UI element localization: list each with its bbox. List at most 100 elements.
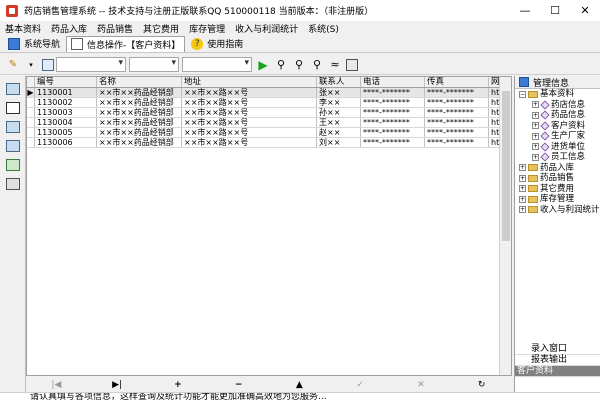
col-id[interactable]: 编号 bbox=[35, 77, 97, 87]
expand-icon[interactable]: + bbox=[532, 122, 539, 130]
expand-icon[interactable]: + bbox=[519, 206, 526, 214]
cell-fax[interactable]: ****-******* bbox=[425, 108, 489, 117]
tree-node[interactable]: + 药品销售 bbox=[519, 173, 600, 184]
cell-addr[interactable]: ××市××路××号 bbox=[182, 98, 317, 107]
cell-contact[interactable]: 孙×× bbox=[317, 108, 361, 117]
value-combo[interactable] bbox=[182, 57, 252, 72]
cell-fax[interactable]: ****-******* bbox=[425, 88, 489, 97]
cell-name[interactable]: ××市××药品经销部 bbox=[97, 108, 182, 117]
search-icon[interactable]: ⚲ bbox=[274, 58, 288, 72]
cell-contact[interactable]: 刘×× bbox=[317, 138, 361, 147]
expand-icon[interactable]: + bbox=[519, 195, 526, 203]
cell-phone[interactable]: ****-******* bbox=[361, 108, 425, 117]
cell-addr[interactable]: ××市××路××号 bbox=[182, 118, 317, 127]
cell-addr[interactable]: ××市××路××号 bbox=[182, 128, 317, 137]
cell-id[interactable]: 1130004 bbox=[35, 118, 97, 127]
menu-profit-stats[interactable]: 收入与利润统计 bbox=[230, 22, 303, 35]
scroll-thumb[interactable] bbox=[502, 91, 510, 241]
cut-icon[interactable] bbox=[6, 102, 20, 114]
tree-node[interactable]: + 生产厂家 bbox=[519, 131, 600, 142]
vertical-scrollbar[interactable] bbox=[499, 77, 511, 375]
tree-node[interactable]: + 药品信息 bbox=[519, 110, 600, 121]
first-record-button[interactable]: |◀ bbox=[26, 380, 87, 390]
edit-record-button[interactable]: ▲ bbox=[269, 380, 330, 390]
trash-icon[interactable] bbox=[6, 178, 20, 190]
col-phone[interactable]: 电话 bbox=[361, 77, 425, 87]
tree-node[interactable]: + 员工信息 bbox=[519, 152, 600, 163]
cell-id[interactable]: 1130006 bbox=[35, 138, 97, 147]
menu-other-fees[interactable]: 其它费用 bbox=[138, 22, 184, 35]
cell-addr[interactable]: ××市××路××号 bbox=[182, 138, 317, 147]
cell-phone[interactable]: ****-******* bbox=[361, 98, 425, 107]
print-icon[interactable] bbox=[346, 58, 358, 71]
list-icon[interactable] bbox=[6, 140, 20, 152]
cell-name[interactable]: ××市××药品经销部 bbox=[97, 98, 182, 107]
tree-node[interactable]: + 客户资料 bbox=[519, 121, 600, 132]
table-row[interactable]: ▶ 1130001 ××市××药品经销部 ××市××路××号 张×× ****-*****… bbox=[27, 88, 511, 98]
tree-node[interactable]: + 库存管理 bbox=[519, 194, 600, 205]
cell-fax[interactable]: ****-******* bbox=[425, 118, 489, 127]
post-record-button[interactable]: ✓ bbox=[330, 380, 391, 390]
run-icon[interactable]: ▶ bbox=[256, 58, 270, 72]
insert-record-button[interactable]: + bbox=[148, 380, 209, 390]
search-next-icon[interactable]: ⚲ bbox=[310, 58, 324, 72]
expand-icon[interactable]: + bbox=[532, 101, 539, 109]
table-row[interactable]: 1130003 ××市××药品经销部 ××市××路××号 孙×× ****-******… bbox=[27, 108, 511, 118]
col-contact[interactable]: 联系人 bbox=[317, 77, 361, 87]
tab-user-guide[interactable]: ? 使用指南 bbox=[187, 36, 247, 52]
cell-phone[interactable]: ****-******* bbox=[361, 118, 425, 127]
menu-basic-info[interactable]: 基本资料 bbox=[0, 22, 46, 35]
cell-contact[interactable]: 张×× bbox=[317, 88, 361, 97]
entry-window-button[interactable]: 录入窗口 bbox=[515, 344, 600, 355]
filter-icon[interactable] bbox=[42, 58, 54, 71]
expand-icon[interactable]: + bbox=[532, 111, 539, 119]
search-all-icon[interactable]: ⚲ bbox=[292, 58, 306, 72]
cell-fax[interactable]: ****-******* bbox=[425, 138, 489, 147]
col-fax[interactable]: 传真 bbox=[425, 77, 489, 87]
tree-node[interactable]: + 进货单位 bbox=[519, 142, 600, 153]
menu-system[interactable]: 系统(S) bbox=[303, 22, 344, 35]
menu-inventory[interactable]: 库存管理 bbox=[184, 22, 230, 35]
cell-phone[interactable]: ****-******* bbox=[361, 128, 425, 137]
cell-id[interactable]: 1130002 bbox=[35, 98, 97, 107]
table-row[interactable]: 1130002 ××市××药品经销部 ××市××路××号 李×× ****-******… bbox=[27, 98, 511, 108]
expand-icon[interactable]: + bbox=[532, 143, 539, 151]
expand-icon[interactable]: + bbox=[519, 174, 526, 182]
pencil-icon[interactable]: ✎ bbox=[6, 58, 20, 72]
cell-phone[interactable]: ****-******* bbox=[361, 88, 425, 97]
cell-fax[interactable]: ****-******* bbox=[425, 128, 489, 137]
cell-phone[interactable]: ****-******* bbox=[361, 138, 425, 147]
close-button[interactable]: ✕ bbox=[570, 0, 600, 21]
expand-icon[interactable]: + bbox=[519, 185, 526, 193]
expand-icon[interactable]: + bbox=[519, 164, 526, 172]
cell-name[interactable]: ××市××药品经销部 bbox=[97, 118, 182, 127]
cell-name[interactable]: ××市××药品经销部 bbox=[97, 88, 182, 97]
operator-combo[interactable] bbox=[129, 57, 179, 72]
refresh-button[interactable]: ↻ bbox=[451, 380, 512, 390]
cell-id[interactable]: 1130001 bbox=[35, 88, 97, 97]
col-address[interactable]: 地址 bbox=[182, 77, 317, 87]
cell-addr[interactable]: ××市××路××号 bbox=[182, 88, 317, 97]
table-row[interactable]: 1130004 ××市××药品经销部 ××市××路××号 王×× ****-******… bbox=[27, 118, 511, 128]
customer-info-button[interactable]: 客户资料 bbox=[515, 366, 600, 377]
dropdown-arrow-icon[interactable]: ▾ bbox=[24, 58, 38, 72]
expand-icon[interactable]: + bbox=[532, 153, 539, 161]
cell-id[interactable]: 1130005 bbox=[35, 128, 97, 137]
expand-icon[interactable]: + bbox=[532, 132, 539, 140]
tree-node[interactable]: − 基本资料 bbox=[519, 89, 600, 100]
tree-node[interactable]: + 药品入库 bbox=[519, 163, 600, 174]
cell-contact[interactable]: 李×× bbox=[317, 98, 361, 107]
cell-fax[interactable]: ****-******* bbox=[425, 98, 489, 107]
cell-addr[interactable]: ××市××路××号 bbox=[182, 108, 317, 117]
cancel-record-button[interactable]: ✕ bbox=[391, 380, 452, 390]
last-record-button[interactable]: ▶| bbox=[87, 380, 148, 390]
minimize-button[interactable]: — bbox=[510, 0, 540, 21]
cell-name[interactable]: ××市××药品经销部 bbox=[97, 128, 182, 137]
col-name[interactable]: 名称 bbox=[97, 77, 182, 87]
image-icon[interactable] bbox=[6, 159, 20, 171]
maximize-button[interactable]: ☐ bbox=[540, 0, 570, 21]
tab-system-nav[interactable]: 系统导航 bbox=[4, 36, 64, 52]
tree-node[interactable]: + 药店信息 bbox=[519, 100, 600, 111]
customer-grid[interactable]: 编号 名称 地址 联系人 电话 传真 网址 ▶1130001××市××药品经销部… bbox=[26, 76, 512, 376]
field-combo[interactable] bbox=[56, 57, 126, 72]
